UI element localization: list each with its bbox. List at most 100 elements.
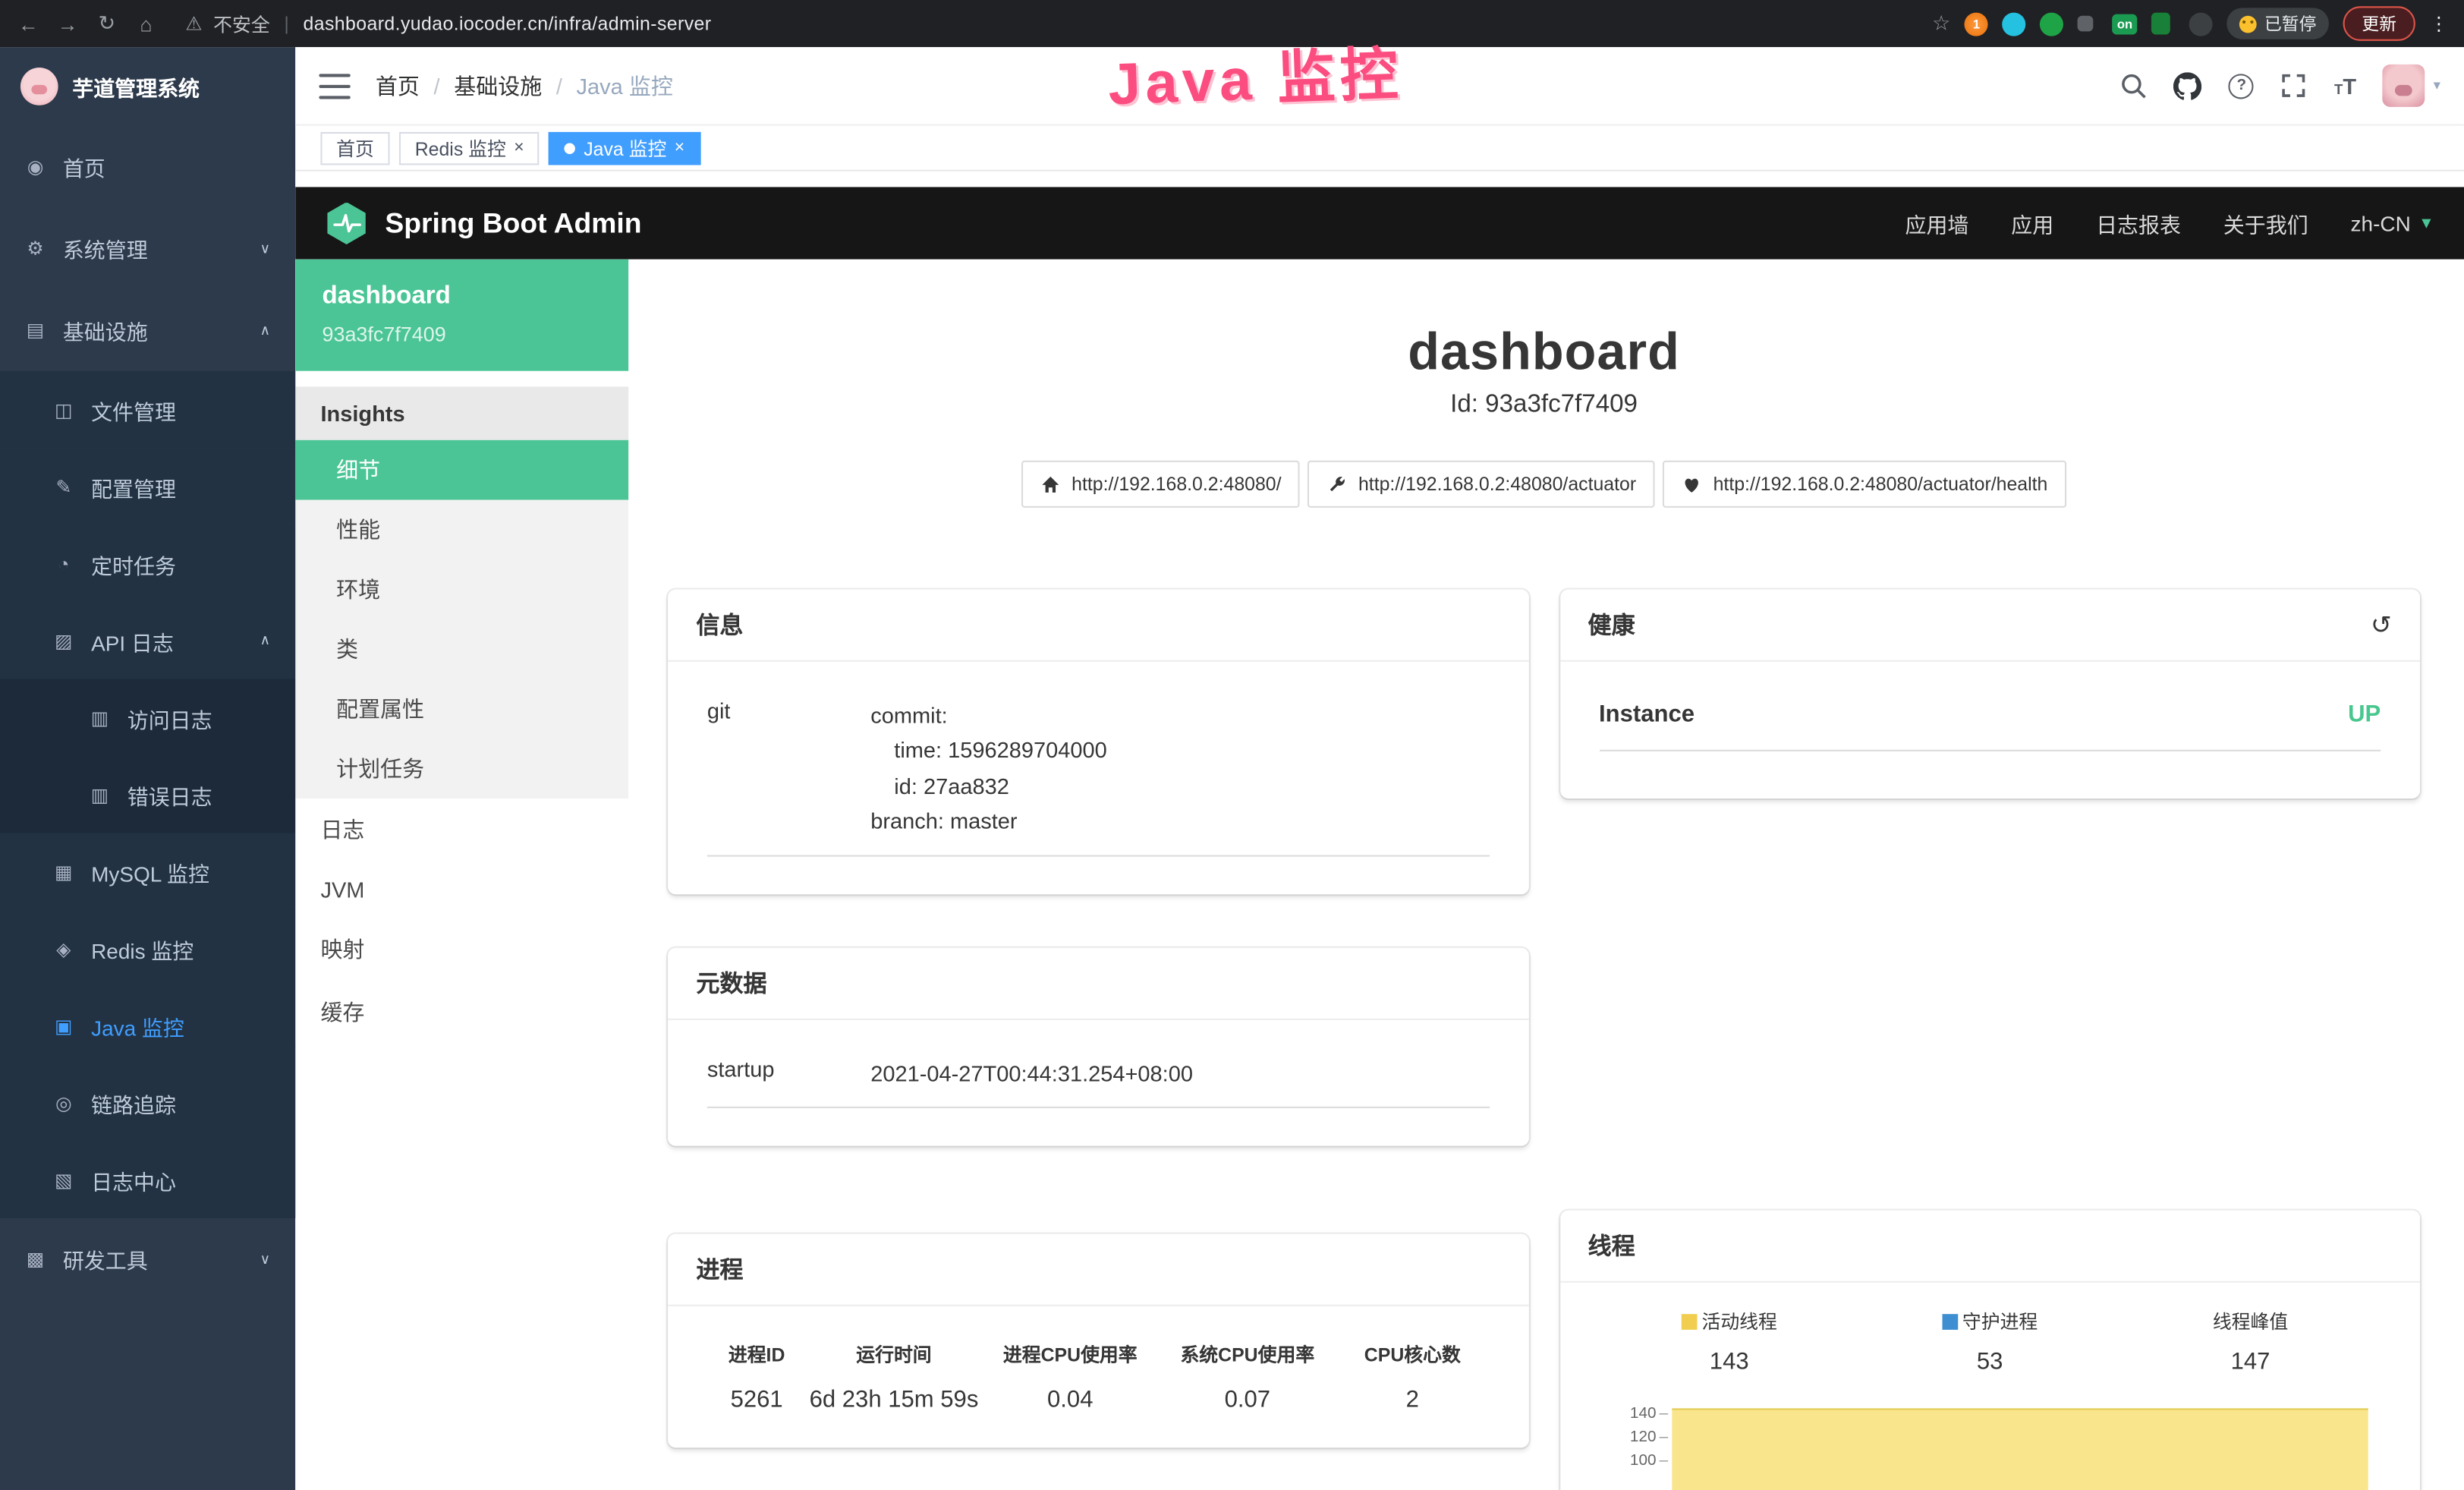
dashboard-icon: ◉ — [24, 156, 47, 178]
sidebar-item-infrastructure[interactable]: ▤ 基础设施 ∧ — [0, 289, 295, 371]
tab-home[interactable]: 首页 — [320, 131, 389, 164]
url-text[interactable]: dashboard.yudao.iocoder.cn/infra/admin-s… — [303, 13, 711, 35]
fullscreen-icon[interactable] — [2281, 72, 2308, 99]
sidebar-item-tracing[interactable]: ◎ 链路追踪 — [0, 1064, 295, 1141]
insights-group: Insights 细节 性能 环境 类 配置属性 计划任务 — [295, 386, 628, 799]
sidebar-item-api-logs[interactable]: ▨ API 日志 ∧ — [0, 602, 295, 679]
process-col-header: 进程ID — [707, 1325, 807, 1377]
sba-nav-journal[interactable]: 日志报表 — [2096, 207, 2181, 238]
extensions-puzzle-icon[interactable] — [2078, 16, 2094, 32]
sidebar-item-log-center[interactable]: ▧ 日志中心 — [0, 1141, 295, 1218]
font-size-icon[interactable]: TT — [2334, 73, 2356, 98]
extension-drop-icon[interactable] — [2003, 12, 2026, 36]
hamburger-icon[interactable] — [319, 73, 350, 98]
process-col-value: 6d 23h 15m 59s — [806, 1377, 981, 1432]
breadcrumb-home[interactable]: 首页 — [376, 70, 420, 101]
tools-icon: ▩ — [24, 1248, 47, 1270]
sidebar-item-dev-tools[interactable]: ▩ 研发工具 ∨ — [0, 1218, 295, 1300]
sba-brand[interactable]: Spring Boot Admin — [326, 202, 642, 244]
screen: Java 监控 ← → ↻ ⌂ ⚠ 不安全 | dashboard.yudao.… — [0, 0, 2464, 1490]
sidebar-item-system[interactable]: ⚙ 系统管理 ∨ — [0, 207, 295, 289]
process-col-value: 0.07 — [1159, 1377, 1336, 1432]
github-icon[interactable] — [2174, 71, 2202, 99]
sba-nav-about[interactable]: 关于我们 — [2223, 207, 2308, 238]
health-instance-label: Instance — [1599, 701, 1695, 728]
browser-menu-icon[interactable]: ⋮ — [2429, 13, 2448, 35]
home-icon[interactable]: ⌂ — [134, 12, 159, 36]
forward-icon[interactable]: → — [55, 12, 80, 36]
endpoint-actuator-link[interactable]: http://192.168.0.2:48080/actuator — [1308, 461, 1655, 508]
mysql-icon: ▦ — [52, 861, 75, 883]
sidebar-item-file-manage[interactable]: ◫ 文件管理 — [0, 371, 295, 448]
sba-item-details[interactable]: 细节 — [295, 440, 628, 500]
sidebar-item-mysql-monitor[interactable]: ▦ MySQL 监控 — [0, 833, 295, 910]
user-menu[interactable]: ▾ — [2383, 65, 2440, 107]
sidebar-item-error-logs[interactable]: ▥ 错误日志 — [0, 756, 295, 833]
sba-item-caches[interactable]: 缓存 — [295, 981, 628, 1044]
endpoint-health-link[interactable]: http://192.168.0.2:48080/actuator/health — [1663, 461, 2066, 508]
sidebar-item-scheduled-tasks[interactable]: ◔ 定时任务 — [0, 525, 295, 602]
process-table: 进程ID 运行时间 进程CPU使用率 系统CPU使用率 CPU核心数 — [707, 1325, 1489, 1432]
sba-item-mappings[interactable]: 映射 — [295, 918, 628, 981]
profile-paused-chip[interactable]: 已暂停 — [2226, 8, 2329, 39]
close-icon[interactable]: × — [675, 139, 684, 156]
sidebar-item-java-monitor[interactable]: ▣ Java 监控 — [0, 987, 295, 1063]
chevron-down-icon: ∨ — [260, 240, 271, 257]
sidebar-item-redis-monitor[interactable]: ◈ Redis 监控 — [0, 910, 295, 987]
log-center-icon: ▧ — [52, 1169, 75, 1191]
sba-nav-wallboard[interactable]: 应用墙 — [1905, 207, 1968, 238]
search-icon[interactable] — [2120, 72, 2147, 99]
bookmark-star-icon[interactable]: ☆ — [1932, 11, 1950, 36]
info-card-title: 信息 — [668, 590, 1528, 662]
extension-icon[interactable]: 1 — [1965, 12, 1988, 36]
tab-java-monitor[interactable]: Java 监控 × — [549, 131, 700, 164]
history-icon[interactable]: ↺ — [2371, 609, 2392, 640]
extension-on-badge[interactable]: on — [2113, 14, 2138, 34]
avatar — [2383, 65, 2425, 107]
sba-header: Spring Boot Admin 应用墙 应用 日志报表 关于我们 zh-CN… — [295, 187, 2464, 259]
instance-id: 93a3fc7f7409 — [323, 323, 603, 346]
sidebar-item-access-logs[interactable]: ▥ 访问日志 — [0, 679, 295, 756]
app-logo[interactable]: 芋道管理系统 — [0, 47, 295, 126]
address-separator: | — [281, 13, 292, 35]
sba-nav-applications[interactable]: 应用 — [2011, 207, 2053, 238]
sba-item-environment[interactable]: 环境 — [295, 559, 628, 619]
breadcrumb-infra[interactable]: 基础设施 — [454, 70, 542, 101]
info-key: git — [707, 698, 870, 838]
instance-header[interactable]: dashboard 93a3fc7f7409 — [295, 260, 628, 371]
address-bar[interactable]: ⚠ 不安全 | dashboard.yudao.iocoder.cn/infra… — [173, 10, 1918, 36]
reload-icon[interactable]: ↻ — [94, 11, 119, 36]
health-row-instance: Instance UP — [1599, 674, 2381, 751]
tab-redis-monitor[interactable]: Redis 监控 × — [399, 131, 540, 164]
sba-item-classes[interactable]: 类 — [295, 619, 628, 679]
back-icon[interactable]: ← — [16, 12, 41, 36]
instance-name: dashboard — [323, 283, 603, 311]
browser-update-button[interactable]: 更新 — [2343, 6, 2415, 41]
sidebar-item-config-manage[interactable]: ✎ 配置管理 — [0, 448, 295, 524]
caret-down-icon: ▾ — [2434, 77, 2440, 94]
sba-item-jvm[interactable]: JVM — [295, 862, 628, 918]
close-icon[interactable]: × — [514, 139, 524, 156]
infra-icon: ▤ — [24, 319, 47, 341]
sba-item-logs[interactable]: 日志 — [295, 799, 628, 862]
sba-item-config-props[interactable]: 配置属性 — [295, 679, 628, 739]
extension-green-icon[interactable] — [2040, 12, 2063, 36]
chevron-up-icon: ∧ — [260, 632, 271, 649]
sba-item-scheduled[interactable]: 计划任务 — [295, 739, 628, 799]
top-navbar: 首页 / 基础设施 / Java 监控 ? TT ▾ — [295, 47, 2464, 126]
help-icon[interactable]: ? — [2229, 73, 2254, 98]
tags-view-bar: 首页 Redis 监控 × Java 监控 × — [295, 126, 2464, 172]
endpoint-root-link[interactable]: http://192.168.0.2:48080/ — [1021, 461, 1300, 508]
extension-leaf-icon[interactable] — [2151, 13, 2170, 35]
info-card: 信息 git commit: time: 1596289704000 id: 2… — [668, 590, 1528, 894]
admin-sidebar: 芋道管理系统 ◉ 首页 ⚙ 系统管理 ∨ ▤ 基础设施 ∧ ◫ 文件管理 ✎ — [0, 47, 295, 1490]
sba-item-metrics[interactable]: 性能 — [295, 500, 628, 560]
threads-card-title: 线程 — [1559, 1211, 2420, 1283]
security-label[interactable]: 不安全 — [213, 10, 270, 36]
process-card: 进程 进程ID 运行时间 进程CPU使用率 — [668, 1233, 1528, 1447]
java-icon: ▣ — [52, 1015, 75, 1037]
sidebar-item-home[interactable]: ◉ 首页 — [0, 126, 295, 208]
locale-select[interactable]: zh-CN ▼ — [2351, 212, 2434, 235]
extension-dark-icon[interactable] — [2189, 12, 2213, 36]
health-card-title: 健康 — [1588, 608, 1635, 641]
